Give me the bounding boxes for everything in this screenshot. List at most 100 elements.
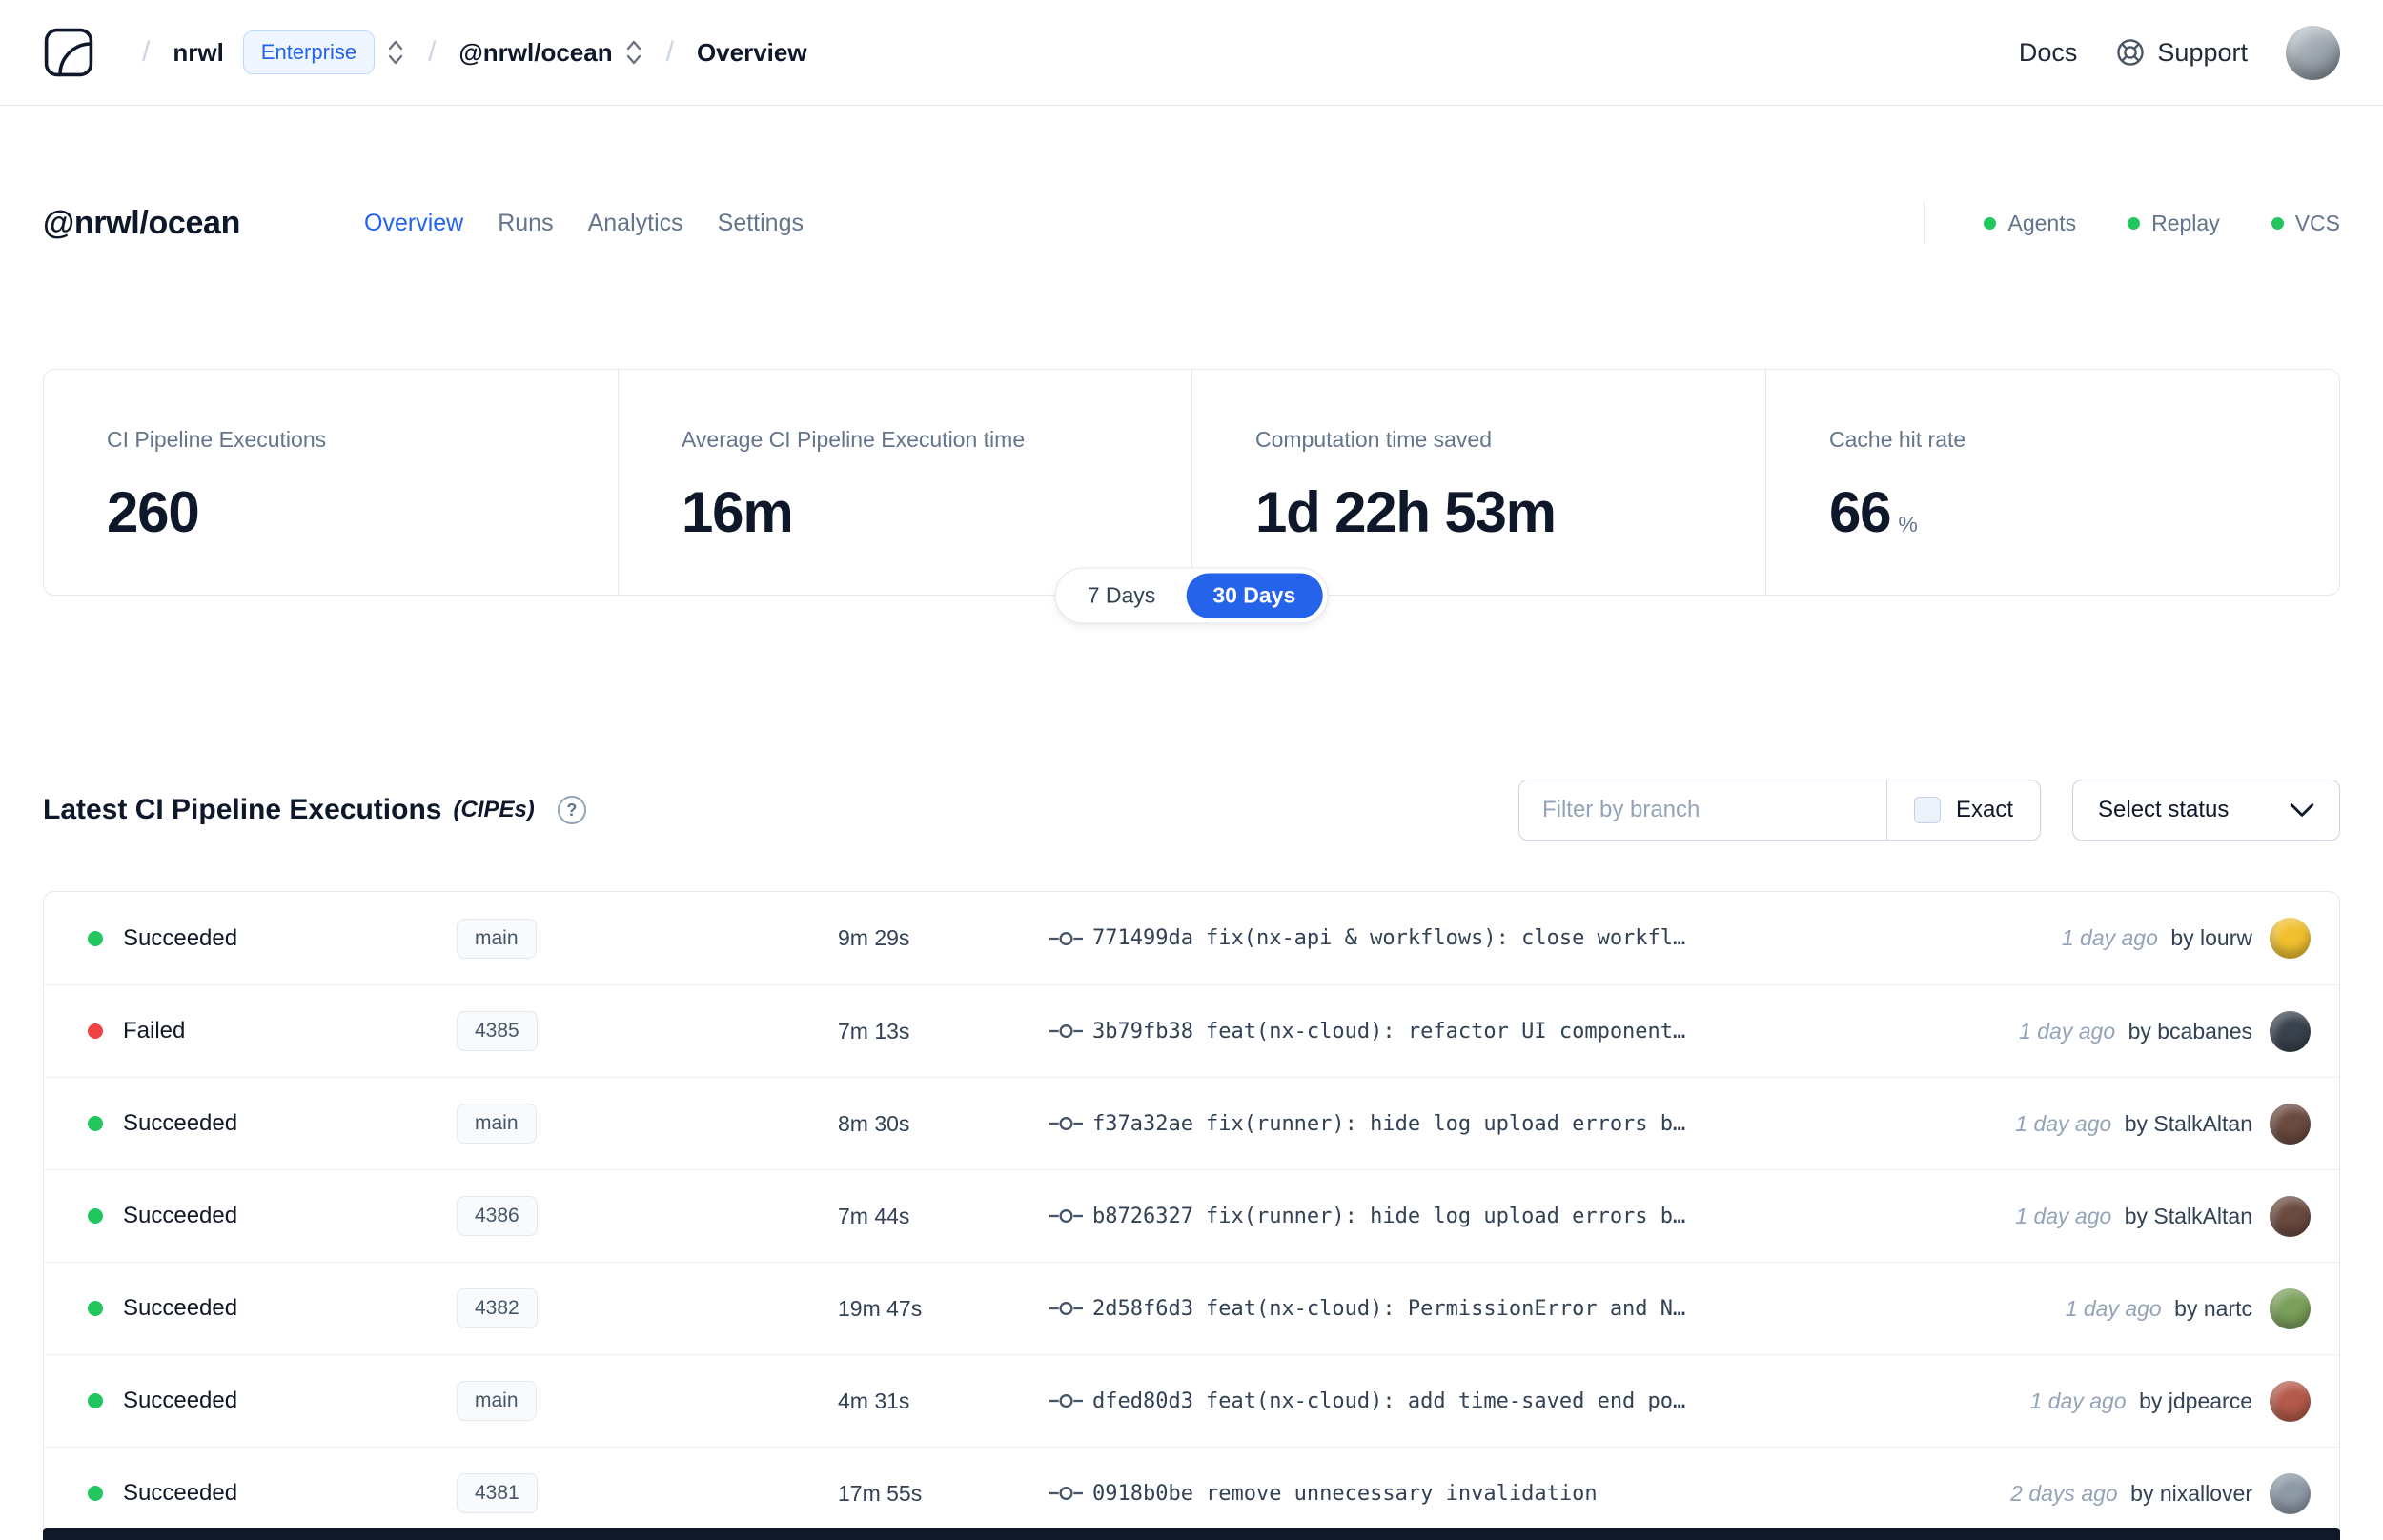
cipe-table: Succeeded main 9m 29s 771499da fix(nx-api… [43,891,2340,1540]
commit-hash: 771499da [1092,926,1193,950]
status-replay[interactable]: Replay [2128,211,2220,236]
navbar-right: Docs Support [2019,25,2340,80]
breadcrumb-workspace[interactable]: @nrwl/ocean [458,38,612,68]
nx-cloud-logo-icon[interactable] [43,27,94,78]
status-vcs[interactable]: VCS [2271,211,2340,236]
status-label: Succeeded [123,1480,238,1506]
relative-time: 1 day ago [2015,1203,2112,1228]
cipe-section-header: Latest CI Pipeline Executions (CIPEs) ? … [0,780,2383,841]
stat-value: 16m [682,480,794,544]
avatar [2270,1195,2311,1237]
section-subtitle: (CIPEs) [453,797,535,822]
relative-time: 1 day ago [2065,1295,2162,1321]
commit-hash: dfed80d3 [1092,1388,1193,1413]
cipe-controls: Exact Select status [1517,780,2340,841]
table-row[interactable]: Succeeded main 8m 30s f37a32ae fix(runner… [44,1077,2339,1169]
tab-settings[interactable]: Settings [718,210,804,237]
table-row[interactable]: Succeeded 4381 17m 55s 0918b0be remove un… [44,1447,2339,1539]
row-meta: 1 day ago by lourw [1869,925,2270,951]
life-buoy-icon [2117,39,2145,66]
duration-label: 7m 13s [838,1018,910,1044]
breadcrumb-page: Overview [696,37,807,67]
exact-filter: Exact [1885,780,2040,840]
bottom-dark-bar [43,1528,2340,1540]
relative-time: 1 day ago [2019,1018,2116,1044]
org-switcher-chevron-updown-icon[interactable] [386,37,405,68]
commit-message: b8726327 fix(runner): hide log upload err… [1092,1204,1686,1228]
stat-label: Cache hit rate [1829,427,1966,452]
duration-label: 17m 55s [838,1480,923,1506]
relative-time: 1 day ago [2029,1388,2127,1413]
workspace-switcher-chevron-updown-icon[interactable] [624,37,643,68]
breadcrumb-org[interactable]: nrwl [173,38,223,68]
commit-message: 3b79fb38 feat(nx-cloud): refactor UI comp… [1092,1019,1686,1044]
page-title: @nrwl/ocean [43,204,241,241]
branch-badge: 4385 [457,1011,538,1051]
tab-runs[interactable]: Runs [498,210,553,237]
docs-link[interactable]: Docs [2019,38,2078,68]
commit-message: f37a32ae fix(runner): hide log upload err… [1092,1111,1686,1136]
nx-cloud-dashboard: / nrwl Enterprise / @nrwl/ocean / Overvi… [0,0,2383,1540]
table-row[interactable]: Failed 4385 7m 13s 3b79fb38 feat(nx-cloud… [44,984,2339,1077]
row-meta: 1 day ago by bcabanes [1869,1019,2270,1044]
stat-value: 66% [1829,480,1918,544]
range-30-days-button[interactable]: 30 Days [1186,573,1323,618]
breadcrumb-separator: / [665,36,674,68]
table-row[interactable]: Succeeded 4386 7m 44s b8726327 fix(runner… [44,1169,2339,1262]
workspace-status-group: Agents Replay VCS [1924,201,2340,245]
stat-value: 1d 22h 53m [1255,480,1557,544]
author-label: by jdpearce [2139,1388,2252,1413]
branch-filter-group: Exact [1517,780,2041,841]
branch-badge: main [457,918,537,959]
status-label: Succeeded [123,924,238,951]
exact-checkbox[interactable] [1913,797,1941,823]
help-icon[interactable]: ? [557,796,586,824]
support-link[interactable]: Support [2115,37,2248,68]
commit-hash: 2d58f6d3 [1092,1296,1193,1321]
relative-time: 2 days ago [2010,1480,2118,1506]
branch-badge: 4381 [457,1473,538,1513]
stat-card-computation-time-saved: Computation time saved 1d 22h 53m [1192,370,1765,595]
breadcrumb-separator: / [142,36,151,68]
branch-badge: main [457,1381,537,1421]
row-meta: 2 days ago by nixallover [1869,1481,2270,1507]
commit-hash: f37a32ae [1092,1111,1193,1136]
tab-overview[interactable]: Overview [364,210,463,237]
row-meta: 1 day ago by jdpearce [1869,1388,2270,1414]
git-commit-icon [1049,1484,1083,1503]
status-label: Failed [123,1018,186,1044]
section-title: Latest CI Pipeline Executions [43,794,442,825]
branch-badge: 4382 [457,1288,538,1328]
status-dot [88,1301,103,1316]
branch-filter-input[interactable] [1518,780,1886,840]
status-agents[interactable]: Agents [1984,211,2076,236]
status-dot [88,1486,103,1501]
breadcrumb-separator: / [428,36,437,68]
status-dot [88,1116,103,1131]
table-row[interactable]: Succeeded main 9m 29s 771499da fix(nx-api… [44,892,2339,984]
avatar [2270,918,2311,959]
table-row[interactable]: Succeeded main 4m 31s dfed80d3 feat(nx-cl… [44,1354,2339,1447]
author-label: by StalkAltan [2124,1110,2252,1136]
exact-label: Exact [1955,797,2013,822]
author-label: by bcabanes [2128,1018,2252,1044]
range-7-days-button[interactable]: 7 Days [1061,574,1183,618]
tab-analytics[interactable]: Analytics [588,210,683,237]
relative-time: 1 day ago [2015,1110,2112,1136]
commit-hash: b8726327 [1092,1204,1193,1228]
commit-cell: 3b79fb38 feat(nx-cloud): refactor UI comp… [1049,1020,1869,1044]
user-avatar[interactable] [2286,25,2340,80]
workspace-tabs: Overview Runs Analytics Settings [364,210,804,237]
commit-cell: dfed80d3 feat(nx-cloud): add time-saved e… [1049,1389,1869,1413]
vertical-divider [1924,201,1925,245]
branch-badge: 4386 [457,1196,538,1236]
row-meta: 1 day ago by StalkAltan [1869,1111,2270,1137]
date-range-toggle: 7 Days 30 Days [1054,567,1329,624]
workspace-header: @nrwl/ocean Overview Runs Analytics Sett… [0,201,2383,245]
enterprise-badge: Enterprise [242,30,376,74]
table-row[interactable]: Succeeded 4382 19m 47s 2d58f6d3 feat(nx-c… [44,1262,2339,1354]
git-commit-icon [1049,1391,1083,1410]
commit-cell: f37a32ae fix(runner): hide log upload err… [1049,1112,1869,1136]
select-status-dropdown[interactable]: Select status [2072,780,2340,841]
commit-cell: b8726327 fix(runner): hide log upload err… [1049,1205,1869,1228]
